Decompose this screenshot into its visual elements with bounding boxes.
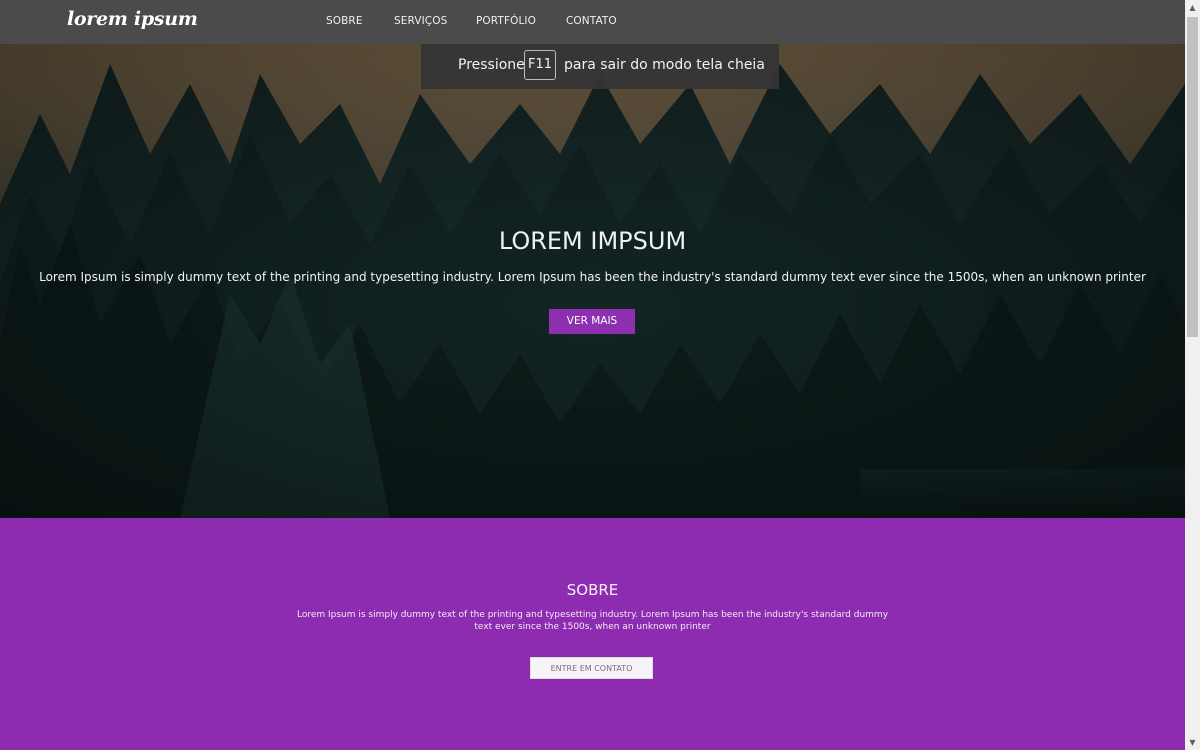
about-description: Lorem Ipsum is simply dummy text of the … [296, 610, 889, 632]
ver-mais-button[interactable]: VER MAIS [549, 309, 635, 334]
top-navbar: lorem ipsum SOBRE SERVIÇOS PORTFÓLIO CON… [0, 0, 1185, 44]
hero-title: LOREM IMPSUM [498, 227, 687, 255]
about-title: SOBRE [566, 581, 619, 599]
hero-description: Lorem Ipsum is simply dummy text of the … [39, 270, 1146, 284]
nav-link-sobre[interactable]: SOBRE [326, 15, 363, 27]
about-section: SOBRE Lorem Ipsum is simply dummy text o… [0, 518, 1185, 750]
f11-key-badge: F11 [524, 50, 556, 80]
nav-link-portfolio[interactable]: PORTFÓLIO [476, 15, 536, 27]
arrow-up-icon[interactable]: ▲ [1185, 0, 1200, 15]
hero-section: LOREM IMPSUM Lorem Ipsum is simply dummy… [0, 44, 1185, 518]
page: lorem ipsum SOBRE SERVIÇOS PORTFÓLIO CON… [0, 0, 1185, 750]
nav-links: SOBRE SERVIÇOS PORTFÓLIO CONTATO [0, 0, 1185, 44]
arrow-down-icon[interactable]: ▼ [1185, 735, 1200, 750]
vertical-scrollbar[interactable]: ▲ ▼ [1185, 0, 1200, 750]
fullscreen-notice-prefix: Pressione [458, 57, 525, 73]
contact-button[interactable]: ENTRE EM CONTATO [530, 657, 653, 679]
fullscreen-notice-suffix: para sair do modo tela cheia [564, 57, 765, 73]
nav-link-servicos[interactable]: SERVIÇOS [394, 15, 447, 27]
fullscreen-notice: Pressione F11 para sair do modo tela che… [421, 44, 779, 89]
nav-link-contato[interactable]: CONTATO [566, 15, 617, 27]
scrollbar-thumb[interactable] [1187, 17, 1198, 337]
